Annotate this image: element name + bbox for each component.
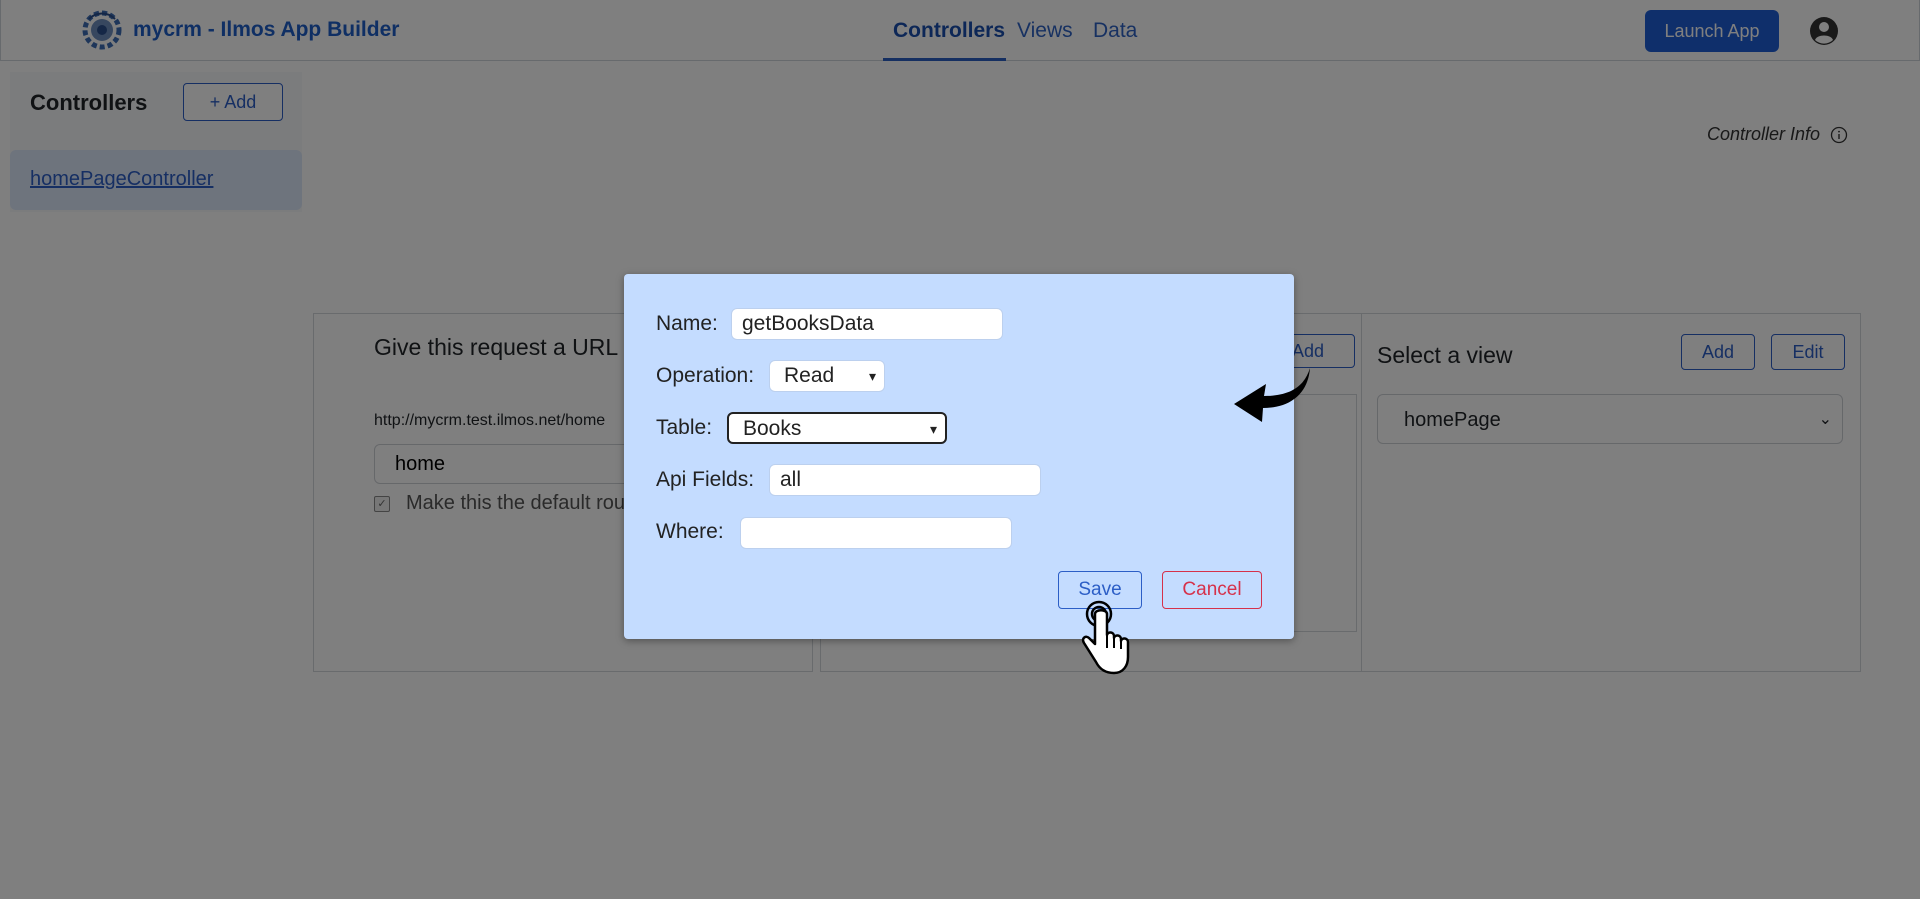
operation-select[interactable]: Read ▾ <box>769 360 885 392</box>
table-label: Table: <box>656 416 713 439</box>
api-fields-input[interactable]: all <box>769 464 1041 496</box>
api-fields-value: all <box>780 468 802 491</box>
operation-select-value: Read <box>784 364 835 387</box>
table-select[interactable]: Books ▾ <box>727 412 947 444</box>
chevron-down-icon: ▾ <box>868 368 876 384</box>
cancel-button[interactable]: Cancel <box>1162 571 1262 609</box>
name-input[interactable]: getBooksData <box>731 308 1003 340</box>
curved-arrow-icon <box>1234 368 1310 422</box>
chevron-down-icon: ▾ <box>929 421 937 437</box>
name-label: Name: <box>656 312 718 335</box>
where-label: Where: <box>656 520 724 543</box>
api-fields-label: Api Fields: <box>656 468 755 491</box>
operation-label: Operation: <box>656 364 755 387</box>
pointer-hand-icon <box>1081 600 1130 675</box>
where-input[interactable] <box>740 517 1012 549</box>
name-input-value: getBooksData <box>742 312 874 335</box>
add-data-modal: Name: getBooksData Operation: Read ▾ Tab… <box>624 274 1294 639</box>
table-select-value: Books <box>743 417 802 440</box>
